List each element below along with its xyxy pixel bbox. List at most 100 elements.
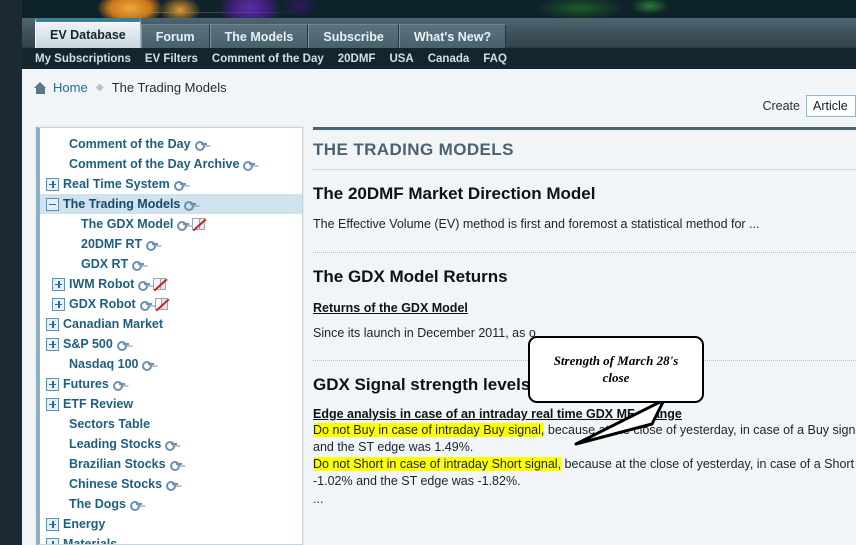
sidebar-item-the-gdx-model[interactable]: The GDX Model bbox=[40, 214, 302, 234]
sidebar-item-gdx-robot[interactable]: GDX Robot bbox=[40, 294, 302, 314]
gdx-returns-link[interactable]: Returns of the GDX Model bbox=[313, 301, 468, 315]
expand-plus-icon[interactable] bbox=[52, 277, 65, 291]
create-article-control: Create Article bbox=[762, 95, 856, 117]
sidebar-tree: Comment of the Day Comment of the Day Arc… bbox=[40, 128, 302, 544]
sidebar-item-label: Canadian Market bbox=[63, 317, 164, 331]
subnav-item-comment-of-the-day[interactable]: Comment of the Day bbox=[212, 53, 324, 65]
divider-1 bbox=[313, 169, 856, 170]
tab-what-s-new[interactable]: What's New? bbox=[398, 24, 507, 48]
sidebar-item-s-p-500[interactable]: S&P 500 bbox=[40, 334, 302, 354]
key-icon bbox=[116, 340, 129, 351]
sidebar-item-materials[interactable]: Materials bbox=[40, 534, 302, 544]
key-icon bbox=[173, 180, 186, 191]
key-icon bbox=[165, 440, 178, 451]
edge-line-short-rest: because at the close of yesterday, in ca… bbox=[561, 456, 855, 471]
collapse-minus-icon[interactable] bbox=[46, 197, 59, 211]
sidebar-item-20dmf-rt[interactable]: 20DMF RT bbox=[40, 234, 302, 254]
subnav-item-ev-filters[interactable]: EV Filters bbox=[145, 53, 198, 65]
sidebar-item-etf-review[interactable]: ETF Review bbox=[40, 394, 302, 414]
sidebar-item-label: Nasdaq 100 bbox=[69, 357, 139, 371]
sidebar-item-label: Comment of the Day bbox=[69, 137, 191, 151]
sidebar-item-nasdaq-100[interactable]: Nasdaq 100 bbox=[40, 354, 302, 374]
sidebar-item-energy[interactable]: Energy bbox=[40, 514, 302, 534]
sidebar-item-real-time-system[interactable]: Real Time System bbox=[40, 174, 302, 194]
expand-plus-icon[interactable] bbox=[52, 297, 65, 311]
breadcrumb-home-link[interactable]: Home bbox=[53, 80, 88, 95]
highlight-buy-signal: Do not Buy in case of intraday Buy signa… bbox=[313, 423, 545, 437]
sidebar-item-comment-of-the-day-archive[interactable]: Comment of the Day Archive bbox=[40, 154, 302, 174]
restricted-book-icon bbox=[153, 278, 167, 290]
section-heading-gdx-returns: The GDX Model Returns bbox=[313, 266, 508, 286]
sidebar-item-futures[interactable]: Futures bbox=[40, 374, 302, 394]
key-icon bbox=[146, 240, 159, 251]
sidebar-item-label: ETF Review bbox=[63, 397, 134, 411]
breadcrumb-current: The Trading Models bbox=[111, 80, 227, 95]
subnav-item-20dmf[interactable]: 20DMF bbox=[338, 53, 376, 65]
home-icon bbox=[34, 81, 47, 94]
expand-plus-icon[interactable] bbox=[46, 517, 59, 531]
subnav-item-canada[interactable]: Canada bbox=[428, 53, 470, 65]
key-icon bbox=[139, 300, 152, 311]
expand-plus-icon[interactable] bbox=[46, 177, 59, 191]
sidebar-item-label: GDX Robot bbox=[69, 297, 136, 311]
sidebar-item-the-dogs[interactable]: The Dogs bbox=[40, 494, 302, 514]
content-top-rule bbox=[313, 127, 856, 130]
expand-plus-icon[interactable] bbox=[46, 397, 59, 411]
banner-decor-line bbox=[130, 12, 310, 13]
expand-plus-icon[interactable] bbox=[46, 317, 59, 331]
highlight-short-signal: Do not Short in case of intraday Short s… bbox=[313, 456, 562, 471]
banner-artwork-right bbox=[400, 0, 740, 18]
sidebar-item-label: Sectors Table bbox=[69, 417, 151, 431]
sidebar-item-sectors-table[interactable]: Sectors Table bbox=[40, 414, 302, 434]
sidebar-item-chinese-stocks[interactable]: Chinese Stocks bbox=[40, 474, 302, 494]
tab-ev-database[interactable]: EV Database bbox=[35, 18, 141, 48]
divider-2 bbox=[313, 251, 856, 253]
sidebar-item-label: Leading Stocks bbox=[69, 437, 162, 451]
expand-plus-icon[interactable] bbox=[46, 377, 59, 391]
sidebar-item-iwm-robot[interactable]: IWM Robot bbox=[40, 274, 302, 294]
expand-plus-icon[interactable] bbox=[46, 537, 59, 544]
breadcrumb-separator-icon bbox=[95, 83, 104, 92]
sidebar-item-label: Real Time System bbox=[63, 177, 170, 191]
tab-subscribe[interactable]: Subscribe bbox=[308, 24, 399, 48]
edge-ellipsis: ... bbox=[313, 491, 324, 506]
sidebar-item-gdx-rt[interactable]: GDX RT bbox=[40, 254, 302, 274]
key-icon bbox=[166, 480, 179, 491]
create-type-select[interactable]: Article bbox=[806, 95, 856, 117]
sidebar-item-label: GDX RT bbox=[81, 257, 129, 271]
tab-forum[interactable]: Forum bbox=[140, 24, 210, 48]
key-icon bbox=[243, 160, 256, 171]
subnav-item-faq[interactable]: FAQ bbox=[483, 53, 507, 65]
secondary-nav: My Subscriptions EV Filters Comment of the… bbox=[0, 48, 856, 69]
sidebar-item-label: S&P 500 bbox=[63, 337, 113, 351]
subnav-item-my-subscriptions[interactable]: My Subscriptions bbox=[35, 53, 131, 65]
key-icon bbox=[129, 500, 142, 511]
sidebar-item-label: Futures bbox=[63, 377, 109, 391]
sidebar-item-label: Comment of the Day Archive bbox=[69, 157, 240, 171]
sidebar-item-brazilian-stocks[interactable]: Brazilian Stocks bbox=[40, 454, 302, 474]
tab-the-models[interactable]: The Models bbox=[209, 24, 309, 48]
site-banner bbox=[0, 0, 856, 18]
expand-plus-icon[interactable] bbox=[46, 337, 59, 351]
key-icon bbox=[142, 360, 155, 371]
create-label: Create bbox=[762, 99, 800, 113]
edge-line-short: Do not Short in case of intraday Short s… bbox=[313, 456, 856, 473]
section-heading-20dmf: The 20DMF Market Direction Model bbox=[313, 184, 596, 203]
left-gutter bbox=[0, 0, 22, 545]
callout-tail-icon bbox=[574, 398, 666, 446]
edge-line-short-cont: -1.02% and the ST edge was -1.82%. bbox=[313, 473, 521, 488]
annotation-callout: Strength of March 28's close bbox=[528, 336, 704, 403]
breadcrumb: Home The Trading Models bbox=[22, 69, 856, 106]
key-icon bbox=[112, 380, 125, 391]
annotation-callout-text: Strength of March 28's close bbox=[553, 353, 679, 385]
sidebar-item-canadian-market[interactable]: Canadian Market bbox=[40, 314, 302, 334]
section-body-20dmf: The Effective Volume (EV) method is firs… bbox=[313, 217, 760, 231]
sidebar-item-the-trading-models[interactable]: The Trading Models bbox=[40, 194, 302, 214]
sidebar-item-leading-stocks[interactable]: Leading Stocks bbox=[40, 434, 302, 454]
key-icon bbox=[184, 200, 197, 211]
sidebar-item-comment-of-the-day[interactable]: Comment of the Day bbox=[40, 134, 302, 154]
primary-tabs: EV Database Forum The Models Subscribe What'… bbox=[35, 18, 507, 48]
subnav-item-usa[interactable]: USA bbox=[389, 53, 413, 65]
key-icon bbox=[132, 260, 145, 271]
sidebar-panel: Comment of the Day Comment of the Day Arc… bbox=[36, 127, 303, 545]
